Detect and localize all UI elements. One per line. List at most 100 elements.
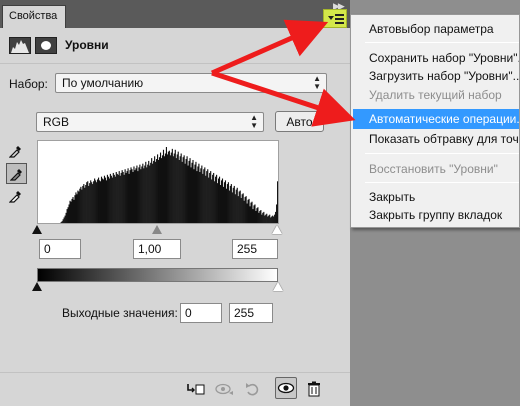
histogram-bin — [137, 171, 139, 223]
output-black-field[interactable]: 0 — [180, 303, 222, 323]
panel-menu-icon[interactable] — [323, 9, 347, 28]
menu-separator — [365, 182, 519, 183]
histogram-bin — [76, 194, 78, 223]
layer-mask-icon[interactable] — [35, 37, 57, 54]
channel-select[interactable]: RGB ▲ ▼ — [36, 112, 264, 132]
histogram-bin — [92, 184, 94, 223]
histogram-bin — [185, 159, 187, 223]
histogram-bin — [209, 172, 211, 223]
input-white-field[interactable]: 255 — [232, 239, 278, 259]
auto-button[interactable]: Авто — [275, 111, 324, 132]
panel-header: Уровни — [0, 28, 350, 64]
histogram-bin — [62, 219, 64, 223]
menu-item-load-preset[interactable]: Загрузить набор "Уровни"... — [369, 67, 519, 85]
histogram-bin — [98, 180, 101, 223]
histogram-bin — [223, 182, 226, 223]
histogram-bin — [201, 165, 203, 223]
histogram-bin — [84, 187, 86, 223]
menu-separator — [365, 153, 519, 154]
histogram-bin — [192, 159, 194, 223]
histogram-bin — [234, 194, 236, 223]
visibility-eye-icon[interactable] — [275, 377, 297, 399]
histogram-bin — [254, 204, 256, 223]
histogram-bin — [94, 178, 96, 223]
histogram-bin — [60, 222, 62, 223]
histogram-bin — [221, 178, 224, 223]
menu-item-show-clipping[interactable]: Показать обтравку для точек — [369, 130, 519, 148]
histogram-bin — [212, 174, 214, 223]
output-white-field[interactable]: 255 — [229, 303, 273, 323]
view-previous-icon[interactable] — [214, 380, 234, 398]
histogram-bin — [98, 177, 100, 223]
menu-item-close[interactable]: Закрыть — [369, 188, 415, 206]
input-gamma-field[interactable]: 1,00 — [133, 239, 181, 259]
output-levels-label: Выходные значения: — [62, 306, 178, 320]
histogram-bin — [181, 161, 183, 223]
histogram-bin — [164, 153, 167, 223]
levels-adjustment-icon[interactable] — [9, 37, 31, 54]
histogram-bin — [184, 163, 186, 223]
histogram-bin — [143, 168, 145, 223]
histogram-bin — [110, 175, 112, 223]
histogram-bin — [104, 177, 107, 223]
histogram-bin — [109, 173, 111, 223]
output-white-slider[interactable] — [273, 282, 283, 291]
input-black-field[interactable]: 0 — [39, 239, 81, 259]
clip-to-layer-icon[interactable] — [186, 380, 206, 398]
histogram-bin — [152, 163, 154, 223]
histogram-bin — [169, 155, 171, 223]
histogram-bin — [93, 181, 95, 223]
histogram — [37, 140, 279, 224]
menu-item-close-tab-group[interactable]: Закрыть группу вкладок — [369, 206, 502, 224]
histogram-bin — [142, 163, 144, 223]
histogram-bin — [189, 158, 191, 223]
histogram-bin — [237, 196, 239, 223]
preset-select[interactable]: По умолчанию ▲ ▼ — [55, 73, 327, 93]
histogram-bin — [124, 169, 126, 223]
histogram-bin — [154, 156, 156, 223]
output-black-slider[interactable] — [32, 282, 42, 291]
histogram-bin — [133, 166, 135, 223]
trash-icon[interactable] — [305, 380, 325, 398]
histogram-bin — [132, 172, 134, 223]
footer-toolbar — [0, 372, 350, 406]
histogram-bin — [96, 182, 98, 223]
input-gamma-slider[interactable] — [152, 225, 162, 234]
histogram-bin — [213, 172, 215, 223]
histogram-bin — [121, 170, 123, 223]
histogram-bin — [276, 204, 278, 223]
histogram-bin — [72, 197, 74, 223]
select-arrows-icon: ▲ ▼ — [313, 74, 321, 91]
histogram-bin — [178, 159, 180, 223]
histogram-bin — [144, 165, 146, 223]
histogram-bin — [167, 151, 169, 223]
histogram-bin — [239, 190, 241, 223]
histogram-bin — [179, 156, 181, 223]
histogram-bin — [151, 158, 153, 223]
menu-item-save-preset[interactable]: Сохранить набор "Уровни"... — [369, 49, 519, 67]
histogram-bin — [256, 208, 258, 223]
menu-item-auto-options[interactable]: Автоматические операции... — [369, 110, 519, 128]
input-white-slider[interactable] — [272, 225, 282, 234]
white-point-eyedropper-icon[interactable] — [6, 186, 27, 207]
histogram-bin — [88, 185, 90, 223]
histogram-bin — [205, 175, 207, 223]
black-point-eyedropper-icon[interactable] — [6, 141, 27, 162]
gray-point-eyedropper-icon[interactable] — [6, 163, 27, 184]
histogram-bin — [67, 207, 69, 223]
menu-separator — [365, 42, 519, 43]
input-black-slider[interactable] — [32, 225, 42, 234]
histogram-bin — [63, 217, 65, 223]
histogram-bin — [139, 164, 141, 223]
histogram-bin — [153, 160, 155, 223]
tab-properties[interactable]: Свойства — [2, 5, 66, 28]
histogram-bin — [218, 178, 220, 223]
reset-icon[interactable] — [243, 380, 263, 398]
histogram-bin — [210, 171, 212, 223]
histogram-bin — [171, 148, 173, 223]
histogram-bin — [229, 185, 231, 223]
histogram-bin — [131, 169, 133, 223]
menu-item-auto-select[interactable]: Автовыбор параметра — [369, 20, 494, 38]
histogram-bin — [261, 214, 263, 223]
histogram-bin — [70, 201, 72, 223]
